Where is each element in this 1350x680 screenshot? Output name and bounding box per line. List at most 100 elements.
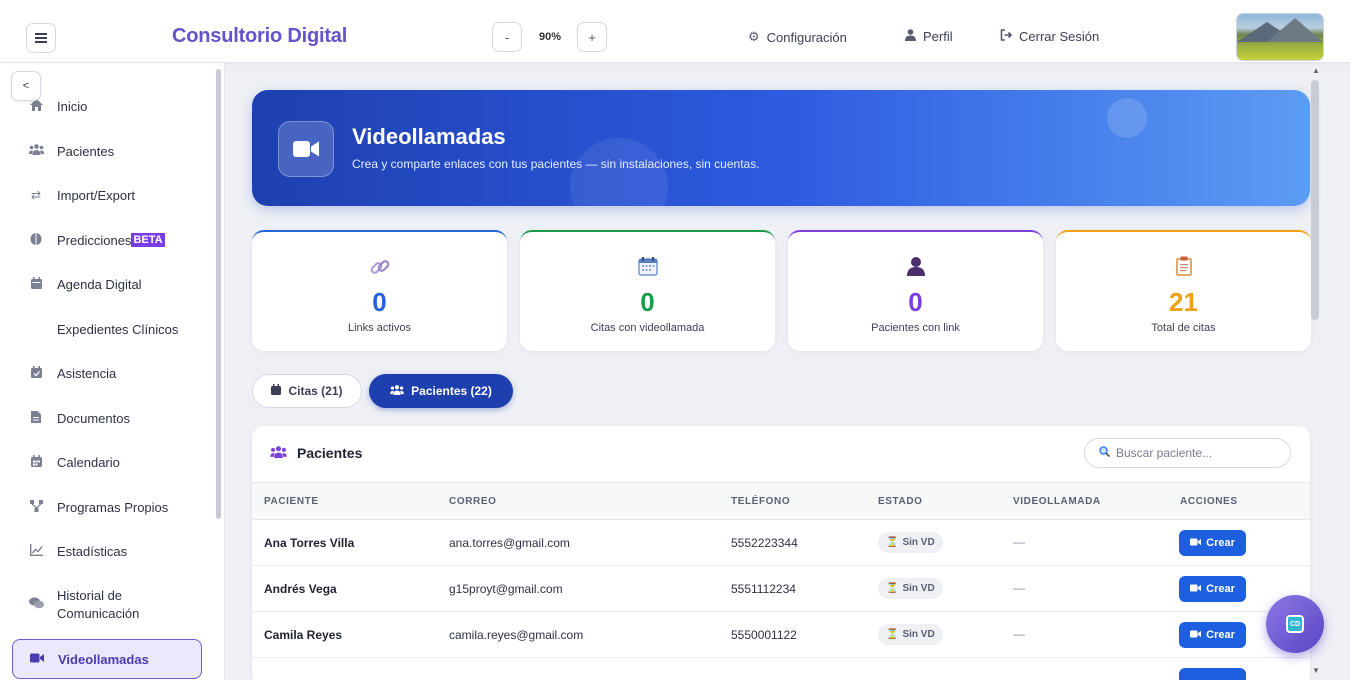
- logout-link[interactable]: Cerrar Sesión: [1000, 29, 1099, 44]
- sidebar-item-asistencia[interactable]: Asistencia: [12, 363, 202, 383]
- status-label: Sin VD: [902, 583, 935, 594]
- sidebar-item-videollamadas[interactable]: Videollamadas: [12, 639, 202, 679]
- clipboard-icon: [1056, 256, 1311, 281]
- file-icon: [27, 410, 45, 426]
- table-row: Camila Reyes camila.reyes@gmail.com 5550…: [252, 612, 1310, 658]
- exchange-icon: ⇄: [30, 188, 42, 202]
- users-icon: [390, 384, 404, 398]
- tab-citas[interactable]: Citas (21): [252, 374, 362, 408]
- sidebar-item-label: Expedientes Clínicos: [57, 321, 179, 337]
- collapse-sidebar-button[interactable]: <: [11, 71, 41, 101]
- videocall-value: —: [1013, 535, 1025, 549]
- gear-icon: ⚙: [748, 29, 760, 44]
- panel-title: Pacientes: [270, 445, 362, 461]
- stat-card-total-citas: 21 Total de citas: [1056, 230, 1311, 351]
- sidebar-item-label: Estadísticas: [57, 543, 128, 559]
- search-icon: [1099, 446, 1111, 460]
- sidebar-item-documentos[interactable]: Documentos: [12, 408, 202, 428]
- avatar-mountain-shape: [1267, 18, 1323, 42]
- hourglass-icon: ⏳: [886, 583, 899, 594]
- profile-label: Perfil: [923, 29, 953, 44]
- calendar-icon: [520, 256, 775, 281]
- patient-email: camila.reyes@gmail.com: [449, 628, 584, 642]
- sidebar-item-import-export[interactable]: ⇄ Import/Export: [12, 185, 202, 205]
- patient-phone: 5550001122: [731, 628, 797, 642]
- calendar-grid-icon: [27, 454, 45, 470]
- hamburger-icon: [35, 33, 47, 43]
- videocall-value: —: [1013, 581, 1025, 595]
- create-link-button[interactable]: Crear: [1179, 576, 1246, 602]
- tab-pacientes[interactable]: Pacientes (22): [369, 374, 513, 408]
- table-row: Andrés Vega g15proyt@gmail.com 555111223…: [252, 566, 1310, 612]
- column-header: TELÉFONO: [731, 496, 791, 507]
- status-badge: ⏳ Sin VD: [878, 578, 943, 599]
- brain-icon: [27, 232, 45, 248]
- floating-assistant-button[interactable]: CD: [1266, 595, 1324, 653]
- menu-button[interactable]: [26, 23, 56, 53]
- scroll-up-arrow[interactable]: ▲: [1312, 66, 1320, 75]
- decorative-circle: [570, 138, 668, 206]
- stat-card-links: 0 Links activos: [252, 230, 507, 351]
- zoom-in-button[interactable]: +: [577, 22, 607, 52]
- sidebar-item-predicciones[interactable]: Predicciones BETA: [12, 230, 202, 250]
- avatar[interactable]: [1236, 13, 1324, 61]
- patients-panel: Pacientes Buscar paciente... PACIENTE CO…: [252, 426, 1310, 680]
- page-subtitle: Crea y comparte enlaces con tus paciente…: [352, 157, 760, 171]
- stat-label: Citas con videollamada: [590, 322, 705, 334]
- sidebar-item-label: Import/Export: [57, 187, 136, 203]
- sidebar-item-calendario[interactable]: Calendario: [12, 452, 202, 472]
- decorative-circle: [1107, 98, 1147, 138]
- sidebar-item-label: Historial de Comunicación: [57, 588, 140, 621]
- stat-value: 21: [1169, 287, 1198, 317]
- videocall-value: —: [1013, 627, 1025, 641]
- create-button-label: Crear: [1206, 629, 1235, 641]
- status-label: Sin VD: [902, 629, 935, 640]
- create-link-button[interactable]: Crear: [1179, 622, 1246, 648]
- beta-badge: BETA: [131, 233, 165, 247]
- sidebar-item-expedientes[interactable]: Expedientes Clínicos: [12, 319, 202, 339]
- sidebar-item-programas-propios[interactable]: Programas Propios: [12, 497, 202, 517]
- column-header: VIDEOLLAMADA: [1013, 496, 1101, 507]
- profile-link[interactable]: Perfil: [905, 29, 953, 44]
- settings-link[interactable]: ⚙ Configuración: [748, 29, 847, 45]
- sidebar-item-label: Programas Propios: [57, 499, 169, 515]
- create-link-button[interactable]: Crear: [1179, 530, 1246, 556]
- video-icon: [1190, 583, 1202, 595]
- sidebar-item-agenda-digital[interactable]: Agenda Digital: [12, 274, 202, 294]
- sidebar-item-label: Predicciones: [57, 232, 132, 248]
- tab-label: Pacientes (22): [411, 384, 492, 398]
- table-row: Ana Torres Villa ana.torres@gmail.com 55…: [252, 520, 1310, 566]
- user-icon: [905, 29, 916, 44]
- sidebar-item-label: Calendario: [57, 454, 120, 470]
- sidebar-item-pacientes[interactable]: Pacientes: [12, 141, 202, 161]
- assistant-icon: CD: [1286, 615, 1304, 633]
- sidebar-item-inicio[interactable]: Inicio: [12, 96, 202, 116]
- patient-phone: 5551112234: [731, 582, 796, 596]
- table-row-partial: [252, 658, 1310, 680]
- sidebar-item-historial[interactable]: Historial de Comunicación: [12, 587, 202, 623]
- status-badge: ⏳ Sin VD: [878, 532, 943, 553]
- scroll-down-arrow[interactable]: ▼: [1312, 666, 1320, 675]
- video-icon: [1190, 629, 1202, 641]
- hourglass-icon: ⏳: [886, 629, 899, 640]
- sidebar-item-label: Agenda Digital: [57, 276, 142, 292]
- comments-icon: [27, 596, 45, 614]
- create-link-button[interactable]: [1179, 668, 1246, 680]
- brand-title: Consultorio Digital: [172, 25, 348, 47]
- sidebar-item-label: Pacientes: [57, 143, 115, 159]
- zoom-out-button[interactable]: -: [492, 22, 522, 52]
- search-input[interactable]: Buscar paciente...: [1084, 438, 1291, 468]
- main-scrollbar[interactable]: [1311, 80, 1319, 320]
- table-header: PACIENTE CORREO TELÉFONO ESTADO VIDEOLLA…: [252, 482, 1310, 520]
- column-header: ESTADO: [878, 496, 923, 507]
- stat-label: Pacientes con link: [871, 322, 960, 334]
- user-icon: [788, 256, 1043, 281]
- sidebar-item-label: Videollamadas: [58, 651, 149, 667]
- sidebar-item-label: Asistencia: [57, 365, 117, 381]
- panel-title-label: Pacientes: [297, 445, 363, 461]
- sidebar-item-estadisticas[interactable]: Estadísticas: [12, 541, 202, 561]
- create-button-label: Crear: [1206, 537, 1235, 549]
- hourglass-icon: ⏳: [886, 537, 899, 548]
- sidebar-scrollbar[interactable]: [216, 69, 221, 519]
- create-button-label: Crear: [1206, 583, 1235, 595]
